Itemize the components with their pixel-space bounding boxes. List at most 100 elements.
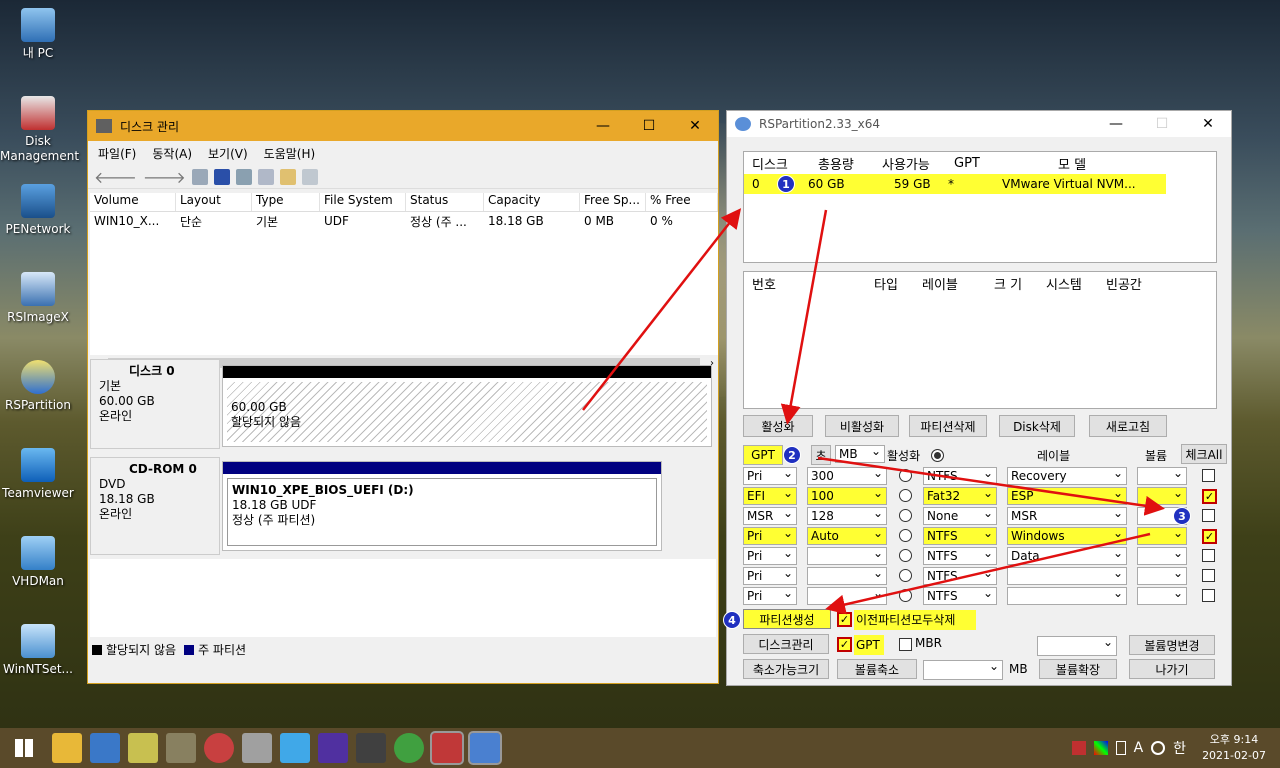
rspartition-task-icon[interactable] bbox=[468, 731, 502, 765]
exit-button[interactable]: 나가기 bbox=[1129, 659, 1215, 679]
help-icon[interactable] bbox=[213, 168, 230, 185]
size-select[interactable]: 300 bbox=[807, 465, 887, 485]
fs-select[interactable]: NTFS bbox=[923, 525, 997, 545]
gpt-mode-button[interactable]: GPT bbox=[743, 445, 783, 465]
disk-list[interactable]: 디스크 총용량 사용가능 GPT 모 델 0 60 GB 59 GB * VMw… bbox=[743, 151, 1217, 263]
partition-checkbox[interactable] bbox=[1202, 589, 1215, 602]
active-radio[interactable] bbox=[899, 489, 912, 502]
partition-checkbox[interactable]: ✓ bbox=[1202, 529, 1217, 544]
col-system[interactable]: 시스템 bbox=[1046, 274, 1106, 293]
delete-all-checkbox[interactable]: ✓ bbox=[837, 612, 852, 627]
label-select[interactable] bbox=[1007, 585, 1127, 605]
col-capacity[interactable]: Capacity bbox=[484, 193, 580, 211]
create-partition-button[interactable]: 파티션생성 bbox=[743, 609, 831, 629]
col-free-space[interactable]: Free Sp... bbox=[580, 193, 646, 211]
col-label[interactable]: 레이블 bbox=[922, 274, 986, 293]
properties-icon[interactable] bbox=[235, 168, 252, 185]
menu-file[interactable]: 파일(F) bbox=[98, 145, 136, 162]
table-row[interactable]: WIN10_X... 단순 기본 UDF 정상 (주 ... 18.18 GB … bbox=[90, 212, 718, 230]
shrinkable-size-button[interactable]: 축소가능크기 bbox=[743, 659, 829, 679]
delete-all-label[interactable]: 이전파티션모두삭제 bbox=[854, 610, 976, 630]
col-number[interactable]: 번호 bbox=[744, 274, 874, 293]
label-select[interactable]: Data bbox=[1007, 545, 1127, 565]
menu-help[interactable]: 도움말(H) bbox=[264, 145, 316, 162]
unit-select[interactable]: MB bbox=[835, 443, 885, 463]
tray-app-icon[interactable] bbox=[1071, 741, 1086, 755]
col-volume[interactable]: Volume bbox=[90, 193, 176, 211]
label-select[interactable]: Windows bbox=[1007, 525, 1127, 545]
type-select[interactable]: MSR bbox=[743, 505, 797, 525]
size-select[interactable]: 100 bbox=[807, 485, 887, 505]
close-button[interactable]: ✕ bbox=[1185, 111, 1231, 137]
partition-checkbox[interactable] bbox=[1202, 469, 1215, 482]
desktop-icon-teamviewer[interactable]: Teamviewer bbox=[0, 448, 76, 501]
volume-letter-select[interactable] bbox=[1137, 585, 1187, 605]
fs-select[interactable]: NTFS bbox=[923, 465, 997, 485]
size-select[interactable] bbox=[807, 585, 887, 605]
console-tree-icon[interactable] bbox=[191, 168, 208, 185]
size-select[interactable]: 128 bbox=[807, 505, 887, 525]
cdrom-partition[interactable]: WIN10_XPE_BIOS_UEFI (D:) 18.18 GB UDF 정상… bbox=[222, 461, 662, 551]
drive-tool-icon[interactable] bbox=[242, 733, 272, 763]
type-select[interactable]: Pri bbox=[743, 545, 797, 565]
ime-indicator[interactable]: 한 bbox=[1173, 738, 1186, 758]
gpt-label[interactable]: GPT bbox=[854, 635, 884, 655]
volume-letter-select[interactable] bbox=[1137, 485, 1187, 505]
mbr-label[interactable]: MBR bbox=[915, 636, 942, 650]
active-radio[interactable] bbox=[899, 529, 912, 542]
desktop-icon-disk-management[interactable]: Disk Management bbox=[0, 96, 79, 164]
rename-volume-button[interactable]: 볼륨명변경 bbox=[1129, 635, 1215, 655]
cho-button[interactable]: 초 bbox=[811, 445, 831, 465]
col-gpt[interactable]: GPT bbox=[946, 156, 1002, 171]
check-icon[interactable] bbox=[279, 168, 296, 185]
forward-arrow-icon[interactable]: 🡒 bbox=[143, 167, 186, 187]
disk-management-button[interactable]: 디스크관리 bbox=[743, 634, 829, 654]
desktop-icon-this-pc[interactable]: 내 PC bbox=[0, 8, 76, 61]
maximize-button[interactable]: ☐ bbox=[1139, 111, 1185, 137]
browser-icon[interactable] bbox=[204, 733, 234, 763]
volume-letter-select[interactable] bbox=[1137, 525, 1187, 545]
type-select[interactable]: Pri bbox=[743, 565, 797, 585]
refresh-button[interactable]: 새로고침 bbox=[1089, 415, 1167, 437]
shrink-volume-button[interactable]: 볼륨축소 bbox=[837, 659, 917, 679]
minimize-button[interactable]: — bbox=[1093, 111, 1139, 137]
col-disk[interactable]: 디스크 bbox=[744, 154, 804, 173]
gpt-checkbox[interactable]: ✓ bbox=[837, 637, 852, 652]
active-radio[interactable] bbox=[899, 569, 912, 582]
tray-color-icon[interactable] bbox=[1093, 741, 1108, 755]
col-size[interactable]: 크 기 bbox=[986, 274, 1046, 293]
type-select[interactable]: EFI bbox=[743, 485, 797, 505]
col-type[interactable]: Type bbox=[252, 193, 320, 211]
cdrom-info[interactable]: CD-ROM 0 DVD 18.18 GB 온라인 bbox=[90, 457, 220, 555]
tray-settings-icon[interactable] bbox=[1151, 741, 1166, 755]
size-select[interactable] bbox=[807, 565, 887, 585]
type-select[interactable]: Pri bbox=[743, 525, 797, 545]
disk-row[interactable]: 0 60 GB 59 GB * VMware Virtual NVM... bbox=[744, 174, 1166, 194]
menu-action[interactable]: 동작(A) bbox=[152, 145, 192, 162]
desktop-icon-penetwork[interactable]: PENetwork bbox=[0, 184, 76, 237]
disk-management-task-icon[interactable] bbox=[430, 731, 464, 765]
volume-select[interactable] bbox=[1037, 634, 1117, 656]
fs-select[interactable]: NTFS bbox=[923, 565, 997, 585]
label-select[interactable]: MSR bbox=[1007, 505, 1127, 525]
clock[interactable]: 오후 9:14 2021-02-07 bbox=[1202, 732, 1266, 764]
mbr-checkbox[interactable] bbox=[899, 638, 912, 651]
fs-select[interactable]: NTFS bbox=[923, 545, 997, 565]
pencil-icon[interactable] bbox=[128, 733, 158, 763]
activate-button[interactable]: 활성화 bbox=[743, 415, 813, 437]
col-total[interactable]: 총용량 bbox=[804, 154, 874, 173]
list-icon[interactable] bbox=[301, 168, 318, 185]
tray-pen-icon[interactable] bbox=[1115, 741, 1126, 755]
size-select[interactable]: Auto bbox=[807, 525, 887, 545]
label-select[interactable]: ESP bbox=[1007, 485, 1127, 505]
dm-titlebar[interactable]: 디스크 관리 — ☐ ✕ bbox=[88, 111, 718, 141]
fs-select[interactable]: NTFS bbox=[923, 585, 997, 605]
col-free[interactable]: 빈공간 bbox=[1106, 274, 1166, 293]
volume-letter-select[interactable] bbox=[1137, 465, 1187, 485]
label-select[interactable] bbox=[1007, 565, 1127, 585]
desktop-icon-rsimagex[interactable]: RSImageX bbox=[0, 272, 76, 325]
partition-checkbox[interactable]: ✓ bbox=[1202, 489, 1217, 504]
volume-letter-select[interactable] bbox=[1137, 545, 1187, 565]
size-select[interactable] bbox=[807, 545, 887, 565]
col-model[interactable]: 모 델 bbox=[1002, 154, 1142, 173]
